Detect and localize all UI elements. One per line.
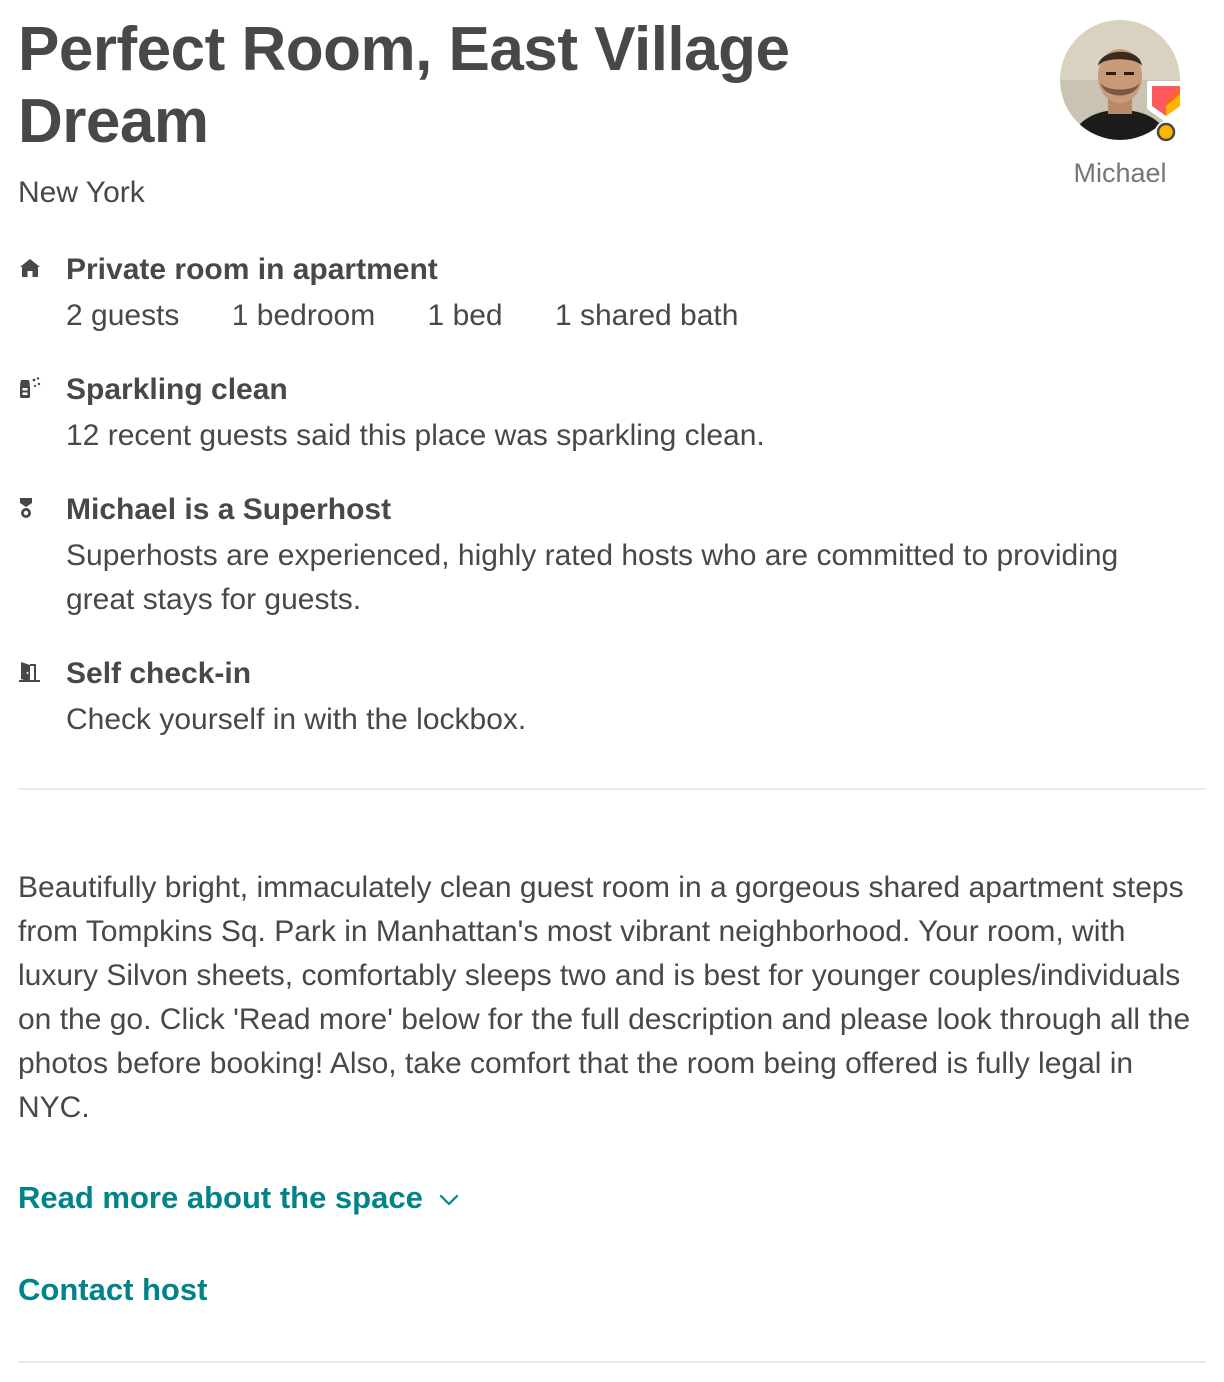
contact-host-link[interactable]: Contact host bbox=[18, 1270, 207, 1310]
section-divider bbox=[18, 788, 1206, 790]
host-profile[interactable]: Michael bbox=[1058, 20, 1185, 190]
section-divider bbox=[18, 1361, 1206, 1363]
host-name[interactable]: Michael bbox=[1058, 156, 1182, 190]
door-icon bbox=[19, 662, 40, 682]
listing-title: Perfect Room, East Village Dream bbox=[18, 15, 790, 156]
listing-description: Beautifully bright, immaculately clean g… bbox=[18, 871, 1191, 1124]
feature-title: Self check-in bbox=[66, 657, 252, 690]
superhost-badge-icon bbox=[1147, 81, 1185, 143]
feature-title: Michael is a Superhost bbox=[66, 493, 392, 526]
home-icon bbox=[20, 259, 40, 277]
feature-description: 12 recent guests said this place was spa… bbox=[66, 419, 765, 452]
spec-guests: 2 guests bbox=[66, 299, 180, 332]
feature-title: Sparkling clean bbox=[66, 373, 288, 406]
spec-baths: 1 shared bath bbox=[554, 299, 739, 332]
feature-title: Private room in apartment bbox=[66, 253, 438, 286]
sparkle-spray-icon bbox=[20, 377, 41, 398]
listing-location: New York bbox=[18, 176, 145, 209]
read-more-label[interactable]: Read more about the space bbox=[18, 1180, 423, 1215]
superhost-medal-icon bbox=[20, 498, 32, 518]
read-more-link[interactable]: Read more about the space bbox=[18, 1178, 459, 1218]
spec-beds: 1 bed bbox=[427, 299, 503, 332]
feature-description: Superhosts are experienced, highly rated… bbox=[66, 539, 1119, 616]
feature-description: Check yourself in with the lockbox. bbox=[66, 703, 527, 736]
room-specs: 2 guests 1 bedroom 1 bed 1 shared bath bbox=[66, 294, 782, 338]
chevron-down-icon[interactable] bbox=[439, 1194, 459, 1206]
host-avatar[interactable] bbox=[1060, 20, 1185, 143]
spec-bedrooms: 1 bedroom bbox=[231, 299, 376, 332]
